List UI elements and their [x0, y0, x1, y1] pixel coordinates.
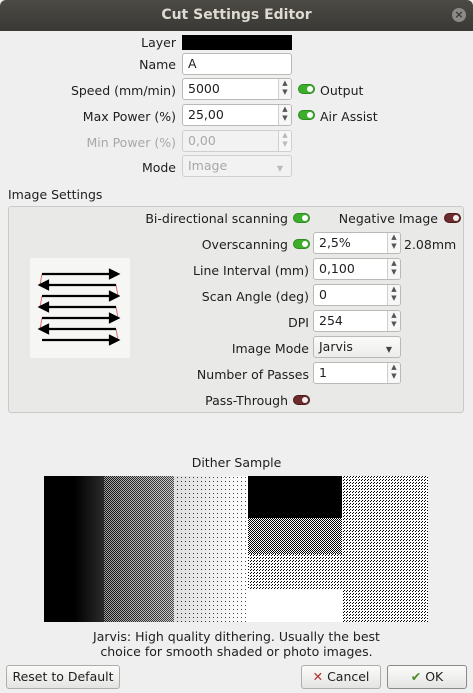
image-mode-value: Jarvis	[319, 339, 353, 354]
overscan-toggle[interactable]	[293, 239, 310, 249]
air-assist-toggle[interactable]	[298, 110, 315, 120]
close-icon[interactable]: ×	[452, 8, 466, 22]
layer-label: Layer	[141, 35, 176, 50]
negative-image-toggle[interactable]	[444, 213, 461, 223]
chevron-down-icon: ▼	[385, 345, 392, 354]
max-power-spinbox[interactable]: 25,00 ▲ ▼	[182, 104, 292, 126]
name-label: Name	[139, 57, 176, 72]
pass-through-toggle[interactable]	[293, 395, 310, 405]
scan-angle-stepper[interactable]: ▲ ▼	[387, 285, 400, 305]
reset-to-default-button[interactable]: Reset to Default	[6, 665, 120, 689]
dither-description-line1: Jarvis: High quality dithering. Usually …	[93, 629, 380, 644]
scan-angle-value: 0	[319, 287, 327, 302]
scan-angle-spinbox[interactable]: 0 ▲ ▼	[313, 284, 401, 306]
dpi-stepper[interactable]: ▲ ▼	[387, 311, 400, 331]
image-settings-title: Image Settings	[8, 187, 103, 202]
dither-sample-image	[44, 476, 428, 622]
image-mode-label: Image Mode	[231, 341, 309, 356]
output-toggle[interactable]	[298, 84, 315, 94]
min-power-label: Min Power (%)	[86, 135, 176, 150]
chevron-down-icon: ▼	[276, 164, 283, 173]
pass-through-label: Pass-Through	[205, 393, 288, 408]
negative-image-label: Negative Image	[338, 211, 438, 226]
title-bar: Cut Settings Editor ×	[0, 0, 473, 31]
mode-select: Image ▼	[182, 155, 292, 177]
min-power-spinbox: 0,00 ▲ ▼	[182, 130, 292, 152]
ok-label: OK	[425, 669, 444, 684]
dither-description-line2: choice for smooth shaded or photo images…	[100, 644, 373, 659]
line-interval-label: Line Interval (mm)	[193, 263, 309, 278]
max-power-stepper[interactable]: ▲ ▼	[278, 105, 291, 125]
cancel-icon: ✕	[312, 669, 324, 684]
speed-spinbox[interactable]: 5000 ▲ ▼	[182, 78, 292, 100]
ok-icon: ✔	[410, 669, 422, 684]
image-mode-select[interactable]: Jarvis ▼	[313, 336, 401, 358]
ok-button[interactable]: ✔ OK	[387, 665, 467, 689]
min-power-stepper: ▲ ▼	[278, 131, 291, 151]
output-label: Output	[320, 83, 364, 98]
cancel-label: Cancel	[327, 669, 370, 684]
passes-spinbox[interactable]: 1 ▲ ▼	[313, 362, 401, 384]
line-interval-stepper[interactable]: ▲ ▼	[387, 259, 400, 279]
mode-label: Mode	[141, 160, 176, 175]
scan-angle-label: Scan Angle (deg)	[201, 289, 309, 304]
speed-label: Speed (mm/min)	[70, 83, 176, 98]
dpi-spinbox[interactable]: 254 ▲ ▼	[313, 310, 401, 332]
passes-label: Number of Passes	[196, 367, 309, 382]
cancel-button[interactable]: ✕ Cancel	[301, 665, 381, 689]
line-interval-spinbox[interactable]: 0,100 ▲ ▼	[313, 258, 401, 280]
overscan-spinbox[interactable]: 2,5% ▲ ▼	[313, 232, 401, 254]
passes-value: 1	[319, 365, 327, 380]
name-field[interactable]: A	[182, 53, 292, 75]
overscan-stepper[interactable]: ▲ ▼	[387, 233, 400, 253]
dpi-label: DPI	[288, 315, 309, 330]
speed-stepper[interactable]: ▲ ▼	[278, 79, 291, 99]
dpi-value: 254	[319, 313, 343, 328]
max-power-label: Max Power (%)	[82, 109, 176, 124]
speed-value: 5000	[188, 81, 220, 96]
bidir-label: Bi-directional scanning	[145, 211, 288, 226]
line-interval-value: 0,100	[319, 261, 355, 276]
scan-pattern-icon	[30, 258, 130, 358]
dither-sample-title: Dither Sample	[191, 455, 282, 470]
air-assist-label: Air Assist	[320, 109, 378, 124]
max-power-value: 25,00	[188, 107, 224, 122]
bidir-toggle[interactable]	[293, 213, 310, 223]
window-title: Cut Settings Editor	[161, 7, 312, 23]
overscan-label: Overscanning	[201, 237, 288, 252]
mode-value: Image	[188, 158, 228, 173]
layer-color-swatch[interactable]	[182, 35, 292, 50]
overscan-mm-readout: 2.08mm	[404, 237, 457, 252]
overscan-value: 2,5%	[319, 235, 351, 250]
passes-stepper[interactable]: ▲ ▼	[387, 363, 400, 383]
min-power-value: 0,00	[188, 133, 216, 148]
